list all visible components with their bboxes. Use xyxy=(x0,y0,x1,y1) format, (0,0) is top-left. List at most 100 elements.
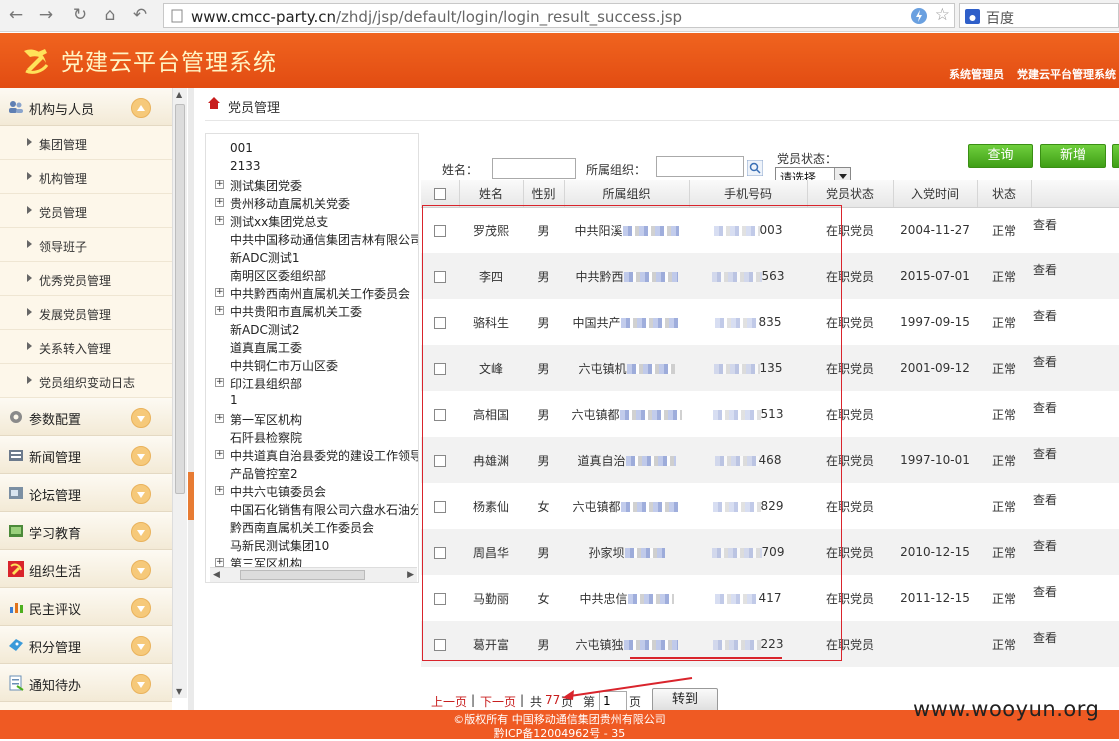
row-checkbox[interactable] xyxy=(434,546,446,559)
row-checkbox[interactable] xyxy=(434,224,446,237)
expand-icon[interactable] xyxy=(131,598,151,618)
tree-node[interactable]: + 测试xx集团党总支 xyxy=(206,212,418,230)
row-select-cell[interactable] xyxy=(421,391,459,437)
tree-node-label[interactable]: 001 xyxy=(230,141,253,155)
sidebar-item-develop-members[interactable]: 发展党员管理 xyxy=(0,296,172,330)
tree-node[interactable]: 新ADC测试2 xyxy=(206,320,418,338)
sidebar-item-leadership[interactable]: 领导班子 xyxy=(0,228,172,262)
sidebar-group-org-life[interactable]: 组织生活 xyxy=(0,550,172,588)
address-bar[interactable]: www.cmcc-party.cn/zhdj/jsp/default/login… xyxy=(163,3,955,28)
sidebar-item-member-mgmt[interactable]: 党员管理 xyxy=(0,194,172,228)
tree-scroll-thumb[interactable] xyxy=(240,570,365,580)
tree-node[interactable]: 中共铜仁市万山区委 xyxy=(206,356,418,374)
expand-node-icon[interactable]: + xyxy=(215,216,224,225)
row-select-cell[interactable] xyxy=(421,621,459,667)
splitter-toggle[interactable] xyxy=(188,472,194,520)
tree-node[interactable]: + 中共贵阳市直属机关工委 xyxy=(206,302,418,320)
tree-node[interactable]: 南明区区委组织部 xyxy=(206,266,418,284)
tree-node-label[interactable]: 中共黔西南州直属机关工作委员会 xyxy=(230,285,410,302)
tree-node-label[interactable]: 道真直属工委 xyxy=(230,339,302,356)
sidebar-item-org-mgmt[interactable]: 机构管理 xyxy=(0,160,172,194)
view-link[interactable]: 查看 xyxy=(1031,483,1119,529)
tree-node[interactable]: 中共中国移动通信集团吉林有限公司 xyxy=(206,230,418,248)
row-checkbox[interactable] xyxy=(434,408,446,421)
history-icon[interactable]: ↶ xyxy=(128,4,152,26)
tree-node-label[interactable]: 1 xyxy=(230,393,238,407)
tree-node-label[interactable]: 新ADC测试2 xyxy=(230,321,299,338)
tree-node-label[interactable]: 石阡县检察院 xyxy=(230,429,302,446)
sidebar-group-news[interactable]: 新闻管理 xyxy=(0,436,172,474)
tree-node[interactable]: 1 xyxy=(206,392,418,410)
tree-node-label[interactable]: 中共中国移动通信集团吉林有限公司 xyxy=(230,231,418,248)
row-checkbox[interactable] xyxy=(434,500,446,513)
row-checkbox[interactable] xyxy=(434,454,446,467)
expand-icon[interactable] xyxy=(131,636,151,656)
add-button[interactable]: 新增 xyxy=(1040,144,1106,168)
lightning-icon[interactable] xyxy=(910,7,928,25)
org-picker-icon[interactable] xyxy=(747,160,763,176)
sidebar-item-transfer-in[interactable]: 关系转入管理 xyxy=(0,330,172,364)
view-link[interactable]: 查看 xyxy=(1031,529,1119,575)
next-page-link[interactable]: 下一页 xyxy=(480,693,516,710)
tree-node[interactable]: + 中共黔西南州直属机关工作委员会 xyxy=(206,284,418,302)
tree-node[interactable]: 石阡县检察院 xyxy=(206,428,418,446)
view-link[interactable]: 查看 xyxy=(1031,391,1119,437)
tree-node-label[interactable]: 中共铜仁市万山区委 xyxy=(230,357,338,374)
org-tree[interactable]: 001 2133 + 测试集团党委 + 贵州移动直属机关党委 + 测试xx集团党总支 中共中国移… xyxy=(205,133,419,583)
row-select-cell[interactable] xyxy=(421,207,459,253)
tree-node-label[interactable]: 2133 xyxy=(230,159,261,173)
view-link[interactable]: 查看 xyxy=(1031,207,1119,253)
scroll-up-icon[interactable]: ▲ xyxy=(176,90,182,99)
tree-node[interactable]: 道真直属工委 xyxy=(206,338,418,356)
sidebar-group-evaluation[interactable]: 民主评议 xyxy=(0,588,172,626)
tree-node-label[interactable]: 新ADC测试1 xyxy=(230,249,299,266)
expand-node-icon[interactable]: + xyxy=(215,450,224,459)
tree-node-label[interactable]: 中共六屯镇委员会 xyxy=(230,483,326,500)
view-link[interactable]: 查看 xyxy=(1031,345,1119,391)
tree-node-label[interactable]: 印江县组织部 xyxy=(230,375,302,392)
tree-node[interactable]: 001 xyxy=(206,140,418,158)
expand-icon[interactable] xyxy=(131,522,151,542)
row-select-cell[interactable] xyxy=(421,299,459,345)
sidebar-group-points[interactable]: 积分管理 xyxy=(0,626,172,664)
panel-splitter[interactable] xyxy=(188,88,194,710)
tree-node-label[interactable]: 黔西南直属机关工作委员会 xyxy=(230,519,374,536)
org-filter-input[interactable] xyxy=(656,156,744,177)
view-link[interactable]: 查看 xyxy=(1031,575,1119,621)
select-all-checkbox[interactable] xyxy=(433,187,446,200)
tree-horizontal-scrollbar[interactable]: ◀ ▶ xyxy=(210,567,417,582)
tree-node[interactable]: + 贵州移动直属机关党委 xyxy=(206,194,418,212)
back-icon[interactable]: ← xyxy=(4,4,28,26)
tree-node-label[interactable]: 测试xx集团党总支 xyxy=(230,213,328,230)
home-icon[interactable] xyxy=(208,97,220,109)
scroll-left-icon[interactable]: ◀ xyxy=(213,570,220,580)
tree-node[interactable]: + 印江县组织部 xyxy=(206,374,418,392)
select-all-cell[interactable] xyxy=(421,180,460,208)
tree-node[interactable]: + 中共道真自治县委党的建设工作领导 xyxy=(206,446,418,464)
view-link[interactable]: 查看 xyxy=(1031,299,1119,345)
row-select-cell[interactable] xyxy=(421,345,459,391)
bookmark-star-icon[interactable]: ☆ xyxy=(935,5,950,25)
row-checkbox[interactable] xyxy=(434,638,446,651)
tree-node[interactable]: + 测试集团党委 xyxy=(206,176,418,194)
tree-node-label[interactable]: 中国石化销售有限公司六盘水石油分 xyxy=(230,501,418,518)
tree-node-label[interactable]: 测试集团党委 xyxy=(230,177,302,194)
scroll-right-icon[interactable]: ▶ xyxy=(407,570,414,580)
row-checkbox[interactable] xyxy=(434,316,446,329)
expand-icon[interactable] xyxy=(131,446,151,466)
more-button[interactable] xyxy=(1112,144,1119,168)
expand-icon[interactable] xyxy=(131,484,151,504)
tree-node-label[interactable]: 第一军区机构 xyxy=(230,411,302,428)
view-link[interactable]: 查看 xyxy=(1031,253,1119,299)
sidebar-group-forum[interactable]: 论坛管理 xyxy=(0,474,172,512)
tree-node[interactable]: + 中共六屯镇委员会 xyxy=(206,482,418,500)
row-select-cell[interactable] xyxy=(421,437,459,483)
sidebar-group-params[interactable]: 参数配置 xyxy=(0,398,172,436)
sidebar-item-change-log[interactable]: 党员组织变动日志 xyxy=(0,364,172,398)
page-number-input[interactable] xyxy=(599,691,627,711)
row-select-cell[interactable] xyxy=(421,575,459,621)
expand-icon[interactable] xyxy=(131,674,151,694)
expand-node-icon[interactable]: + xyxy=(215,198,224,207)
tree-node-label[interactable]: 中共贵阳市直属机关工委 xyxy=(230,303,362,320)
expand-icon[interactable] xyxy=(131,408,151,428)
